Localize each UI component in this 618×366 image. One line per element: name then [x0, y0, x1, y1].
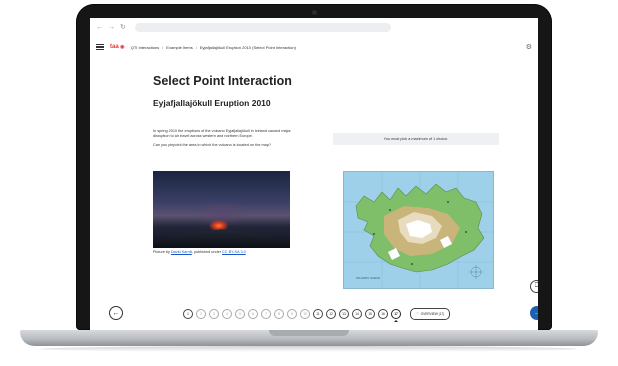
prompt-question: Can you pinpoint the area in which the v…	[153, 143, 271, 148]
page-button[interactable]: 7	[261, 309, 271, 319]
page-button[interactable]: 9	[287, 309, 297, 319]
page-button[interactable]: 13	[339, 309, 349, 319]
page-button[interactable]: 10	[300, 309, 310, 319]
page-button[interactable]: 4	[222, 309, 232, 319]
item-title: Eyjafjallajökull Eruption 2010	[153, 98, 271, 108]
breadcrumb-separator: /	[195, 44, 197, 50]
breadcrumb-item[interactable]: Example Items	[166, 45, 192, 50]
prompt-paragraph: In spring 2010 the eruptions of the volc…	[153, 129, 291, 139]
reload-icon[interactable]: ↻	[120, 24, 126, 31]
app-header: taa ✺ QTI Interactions / Example Items /…	[90, 38, 538, 56]
page-button[interactable]: 5	[235, 309, 245, 319]
page-button[interactable]: 14	[352, 309, 362, 319]
breadcrumb-item-current: Eyjafjallajökull Eruption 2010 (Select P…	[199, 44, 296, 50]
page-title: Select Point Interaction	[153, 74, 292, 88]
iceland-map-graphic	[344, 172, 493, 288]
arrow-right-icon[interactable]: →	[530, 306, 538, 320]
laptop-shadow	[40, 346, 578, 352]
overview-label: OVERVIEW (17)	[420, 312, 445, 316]
chevron-up-icon: ⌃	[416, 312, 419, 316]
breadcrumb-item[interactable]: QTI Interactions	[131, 45, 159, 50]
back-icon[interactable]: ←	[96, 24, 103, 31]
page-button[interactable]: 6	[248, 309, 258, 319]
logo[interactable]: taa	[110, 44, 119, 50]
overview-button[interactable]: ⌃ OVERVIEW (17)	[410, 308, 451, 320]
author-link[interactable]: David Karnå	[171, 250, 192, 254]
page-button[interactable]: 11	[313, 309, 323, 319]
iceland-map-select-area[interactable]: ATLANTIC OCEAN	[343, 171, 494, 289]
laptop-notch	[269, 330, 349, 336]
page-button[interactable]: 16	[378, 309, 388, 319]
page-button[interactable]: 12	[326, 309, 336, 319]
license-link[interactable]: CC BY-SA 3.0	[222, 250, 246, 254]
page-button[interactable]: 1	[183, 309, 193, 319]
camera	[311, 10, 317, 15]
logo-mark-icon: ✺	[119, 44, 125, 51]
page-button-current[interactable]: 17	[391, 309, 401, 319]
arrow-left-icon[interactable]: ←	[109, 306, 123, 320]
laptop-screen: ← → ↻ taa ✺ QTI Interactions / Example I…	[90, 18, 538, 330]
page-button[interactable]: 15	[365, 309, 375, 319]
item-prompt: In spring 2010 the eruptions of the volc…	[153, 129, 293, 153]
volcano-photo	[153, 171, 290, 248]
page-list: 1 2 3 4 5 6 7 8 9 10 11 12 13 14 15 16 1…	[183, 308, 451, 320]
page-button[interactable]: 3	[209, 309, 219, 319]
page-button[interactable]: 2	[196, 309, 206, 319]
max-choice-notice: You must pick a maximum of 1 choice.	[333, 133, 499, 145]
address-bar[interactable]	[134, 22, 391, 32]
bookmark-icon[interactable]: ⎕	[530, 280, 538, 293]
laptop-lid: ← → ↻ taa ✺ QTI Interactions / Example I…	[76, 4, 552, 330]
photo-caption: Picture by David Karnå, published under …	[153, 250, 246, 254]
pagination-bar: ← 1 2 3 4 5 6 7 8 9 10 11 12 13 14 15 16…	[90, 305, 538, 323]
forward-icon[interactable]: →	[108, 24, 115, 31]
breadcrumb: QTI Interactions / Example Items / Eyjaf…	[131, 45, 296, 50]
laptop-base	[20, 330, 598, 346]
page-button[interactable]: 8	[274, 309, 284, 319]
browser-toolbar: ← → ↻	[90, 18, 538, 36]
gear-icon[interactable]: ⚙	[526, 43, 532, 51]
breadcrumb-separator: /	[162, 44, 164, 50]
ocean-label: ATLANTIC OCEAN	[356, 276, 381, 280]
hamburger-icon[interactable]	[96, 43, 104, 51]
